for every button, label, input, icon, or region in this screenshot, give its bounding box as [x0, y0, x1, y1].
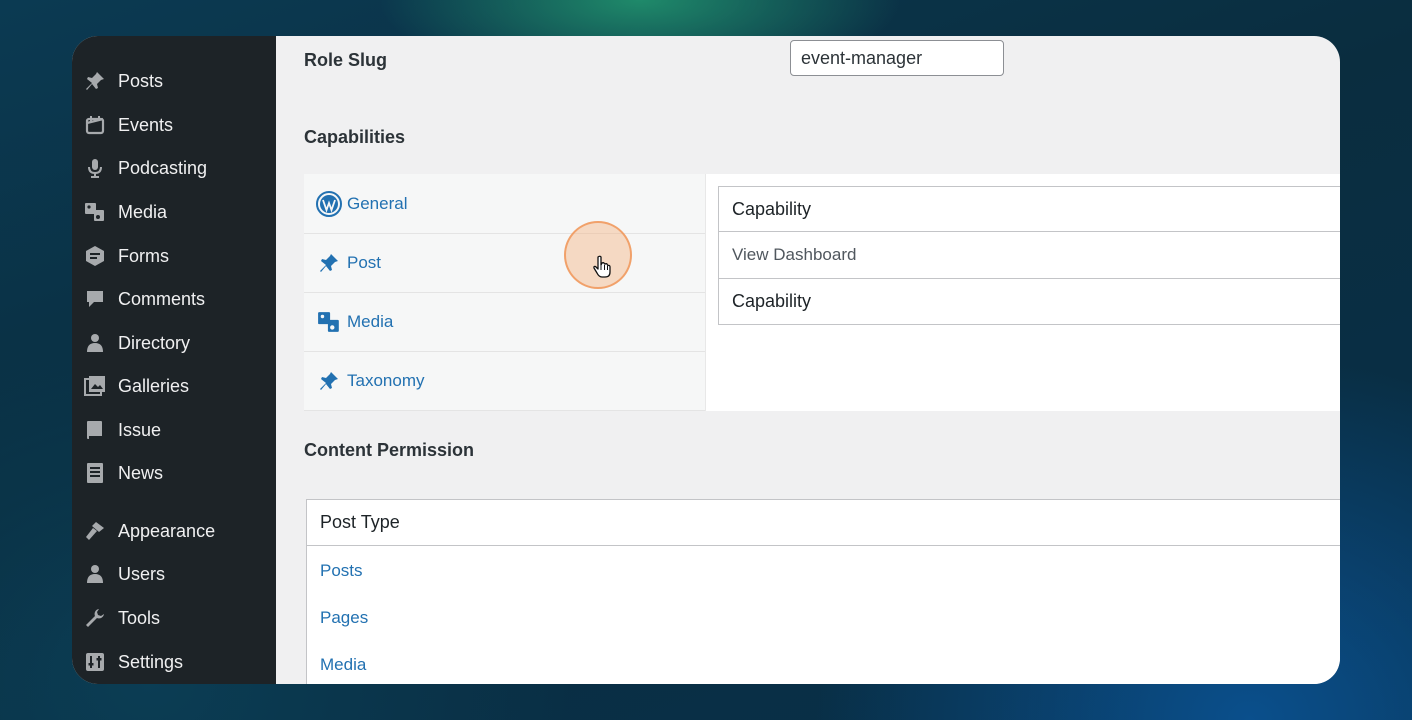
sidebar-item-label: Users — [118, 563, 166, 584]
hand-cursor-icon — [592, 255, 612, 284]
tab-label: General — [347, 193, 408, 213]
calendar-icon — [84, 114, 106, 136]
sidebar-item-posts[interactable]: Posts — [72, 61, 276, 101]
capability-column-footer: Capability — [732, 291, 812, 311]
forms-icon — [84, 245, 106, 267]
media-icon — [316, 309, 342, 335]
media-icon — [84, 201, 106, 223]
sidebar-item-label: Settings — [118, 651, 184, 672]
capability-row: View Dashboard — [719, 232, 1340, 279]
microphone-icon — [84, 157, 106, 179]
tab-post[interactable]: Post — [304, 233, 705, 293]
book-icon — [84, 419, 106, 441]
sidebar-item-podcasting[interactable]: Podcasting — [72, 148, 276, 188]
sidebar-item-settings[interactable]: Settings — [72, 642, 276, 682]
capability-tabs: General Post Media Taxonomy — [304, 174, 706, 411]
tab-general[interactable]: General — [304, 174, 705, 234]
tab-taxonomy[interactable]: Taxonomy — [304, 351, 705, 411]
sidebar-item-label: Forms — [118, 245, 169, 266]
user-icon — [84, 332, 106, 354]
capability-column-header: Capability — [719, 187, 1340, 232]
sidebar-item-label: Comments — [118, 288, 206, 309]
tab-media[interactable]: Media — [304, 292, 705, 352]
pin-icon — [84, 70, 106, 92]
capability-table: Capability View Dashboard Capability — [718, 186, 1340, 325]
settings-icon — [84, 651, 106, 673]
sidebar-item-label: Media — [118, 201, 168, 222]
sidebar-item-users[interactable]: Users — [72, 554, 276, 594]
sidebar-item-label: Directory — [118, 332, 191, 353]
main-content: Role Slug Capabilities General Post — [276, 36, 1340, 684]
sidebar-item-news[interactable]: News — [72, 453, 276, 493]
post-type-table: Post Type Posts Pages Media — [306, 499, 1340, 684]
sidebar-item-label: Galleries — [118, 375, 190, 396]
tab-label: Taxonomy — [347, 370, 425, 390]
sidebar-item-label: Tools — [118, 607, 161, 628]
pin-icon — [316, 368, 342, 394]
document-icon — [84, 462, 106, 484]
post-type-link-media[interactable]: Media — [320, 655, 366, 675]
capabilities-heading: Capabilities — [304, 127, 406, 147]
sidebar-item-appearance[interactable]: Appearance — [72, 511, 276, 551]
sidebar-item-label: News — [118, 462, 164, 483]
sidebar-item-issue[interactable]: Issue — [72, 410, 276, 450]
sidebar-item-tools[interactable]: Tools — [72, 598, 276, 638]
role-slug-label: Role Slug — [304, 50, 388, 70]
sidebar-item-directory[interactable]: Directory — [72, 323, 276, 363]
role-slug-input[interactable] — [790, 40, 1004, 76]
gallery-icon — [84, 375, 106, 397]
post-type-link-posts[interactable]: Posts — [320, 561, 363, 581]
wordpress-icon — [316, 190, 342, 217]
app-window: Posts Events Podcasting Media Forms Comm… — [72, 36, 1340, 684]
sidebar-item-label: Issue — [118, 419, 162, 440]
admin-sidebar: Posts Events Podcasting Media Forms Comm… — [72, 36, 276, 684]
user-icon — [84, 563, 106, 585]
pin-icon — [316, 250, 342, 276]
post-type-column-header: Post Type — [307, 500, 1340, 546]
sidebar-item-comments[interactable]: Comments — [72, 279, 276, 319]
sidebar-item-label: Posts — [118, 70, 164, 91]
content-permission-heading: Content Permission — [304, 440, 475, 460]
sidebar-item-events[interactable]: Events — [72, 105, 276, 145]
sidebar-item-label: Events — [118, 114, 174, 135]
comment-icon — [84, 288, 106, 310]
sidebar-item-media[interactable]: Media — [72, 192, 276, 232]
sidebar-item-forms[interactable]: Forms — [72, 236, 276, 276]
capabilities-panel: General Post Media Taxonomy Capability V… — [304, 174, 1340, 411]
tab-label: Post — [347, 252, 382, 272]
tab-label: Media — [347, 311, 394, 331]
sidebar-item-label: Appearance — [118, 520, 216, 541]
sidebar-item-label: Podcasting — [118, 157, 208, 178]
sidebar-item-galleries[interactable]: Galleries — [72, 366, 276, 406]
brush-icon — [84, 520, 106, 542]
wrench-icon — [84, 607, 106, 629]
post-type-link-pages[interactable]: Pages — [320, 608, 368, 628]
